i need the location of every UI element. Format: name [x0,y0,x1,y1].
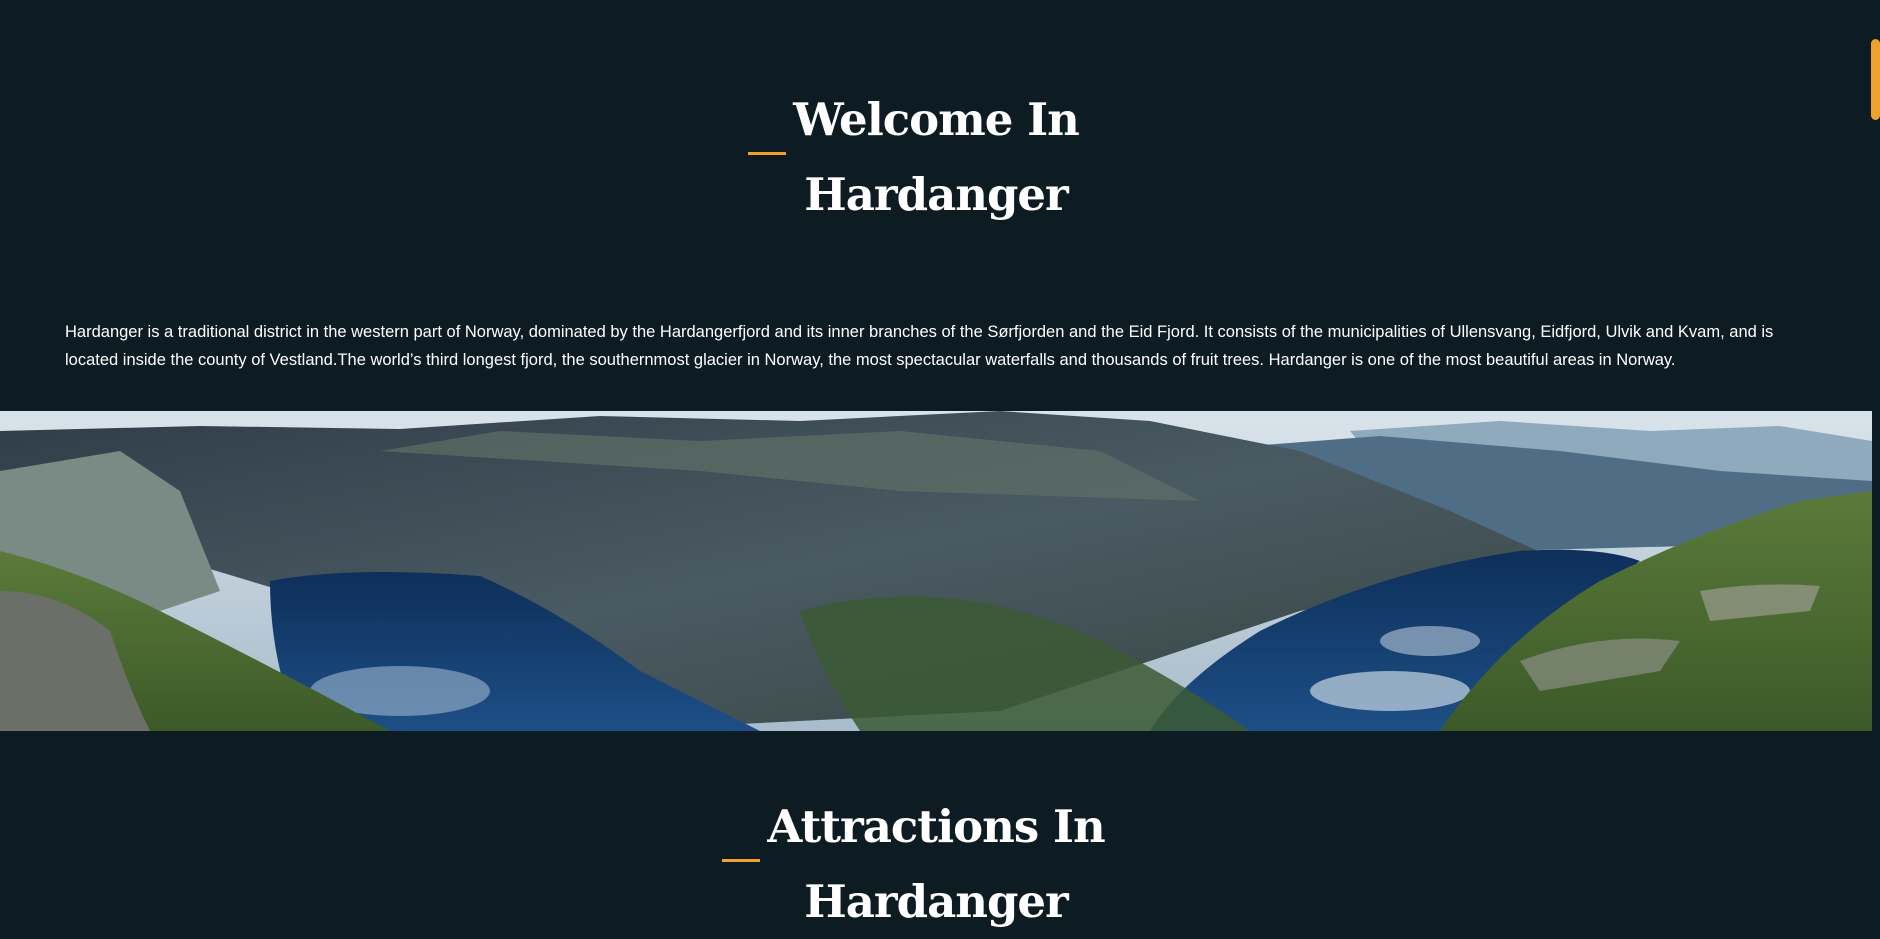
attractions-heading-wrapper: Attractions In Hardanger [722,789,1106,939]
attractions-accent-line [722,859,761,862]
welcome-title-line1: Welcome In [793,93,1080,146]
scrollbar-thumb[interactable] [1871,39,1880,120]
attractions-title-line1: Attractions In [767,800,1105,853]
welcome-heading: Welcome In Hardanger [0,82,1872,232]
fjord-landscape-image [0,411,1872,731]
welcome-title-line2: Hardanger [804,168,1069,221]
attractions-title-line2: Hardanger [804,875,1069,928]
attractions-heading: Attractions In Hardanger [0,789,1872,939]
welcome-heading-wrapper: Welcome In Hardanger [748,82,1080,232]
intro-paragraph: Hardanger is a traditional district in t… [65,323,1774,369]
welcome-accent-line [748,152,787,155]
